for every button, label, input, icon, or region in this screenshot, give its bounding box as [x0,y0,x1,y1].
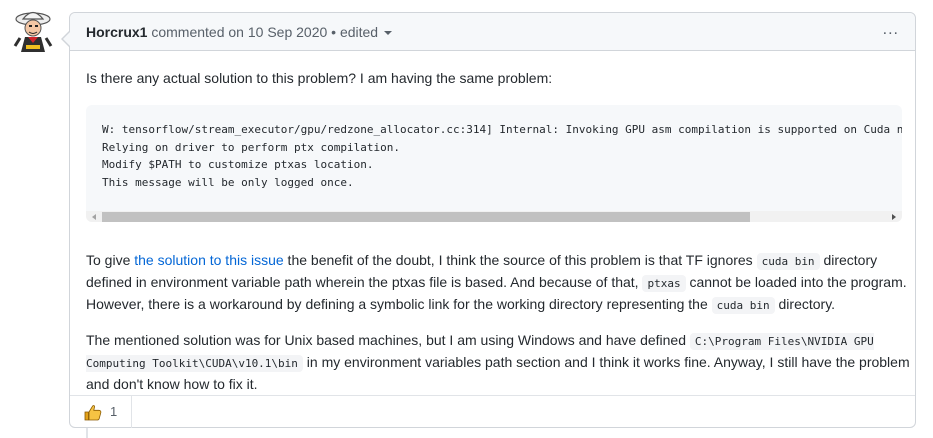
reaction-thumbs-up-button[interactable]: 1 [70,396,132,428]
comment-action: commented on [151,24,244,40]
code-line: Modify $PATH to customize ptxas location… [102,158,374,171]
comment-meta: Horcrux1 commented on 10 Sep 2020 • edit… [86,24,393,40]
horizontal-scrollbar[interactable] [86,211,902,222]
paragraph-question: Is there any actual solution to this pro… [86,70,553,86]
thumbs-up-icon [84,405,102,421]
code-line: This message will be only logged once. [102,175,354,189]
meta-separator: • [331,24,337,40]
text-run: To give [86,252,135,268]
text-run: The mentioned solution was for Unix base… [86,332,690,348]
timeline-line [86,428,88,438]
solution-link[interactable]: the solution to this issue [134,252,283,268]
avatar-image [13,11,53,52]
edited-dropdown[interactable]: edited [339,24,393,40]
comment-header: Horcrux1 commented on 10 Sep 2020 • edit… [70,13,915,51]
inline-code: cuda bin [711,297,775,314]
kebab-horizontal-icon: ... [882,21,899,38]
chevron-down-icon [384,31,393,36]
inline-code: ptxas [642,275,686,292]
scroll-right-icon[interactable] [892,214,896,220]
code-line: Relying on driver to perform ptx compila… [102,140,401,154]
code-line: W: tensorflow/stream_executor/gpu/redzon… [102,123,902,136]
inline-code: cuda bin [756,253,820,270]
scroll-left-icon[interactable] [92,214,96,220]
text-run: directory. [774,296,836,312]
avatar[interactable] [12,8,54,54]
scrollbar-thumb[interactable] [102,212,750,222]
comment-box: Horcrux1 commented on 10 Sep 2020 • edit… [61,12,916,428]
comment-date-link[interactable]: 10 Sep 2020 [248,24,327,40]
comment-caret-inner [63,32,70,46]
edited-label: edited [339,24,379,40]
paragraph-windows: The mentioned solution was for Unix base… [86,330,912,395]
text-run: the benefit of the doubt, I think the so… [283,252,757,268]
paragraph-explanation: To give the solution to this issue the b… [86,250,912,316]
reaction-count: 1 [110,404,118,419]
code-content: W: tensorflow/stream_executor/gpu/redzon… [102,121,902,191]
code-block: W: tensorflow/stream_executor/gpu/redzon… [86,105,902,222]
author-link[interactable]: Horcrux1 [86,24,147,40]
reactions-bar: 1 [70,395,915,428]
more-options-button[interactable]: ... [883,21,899,39]
